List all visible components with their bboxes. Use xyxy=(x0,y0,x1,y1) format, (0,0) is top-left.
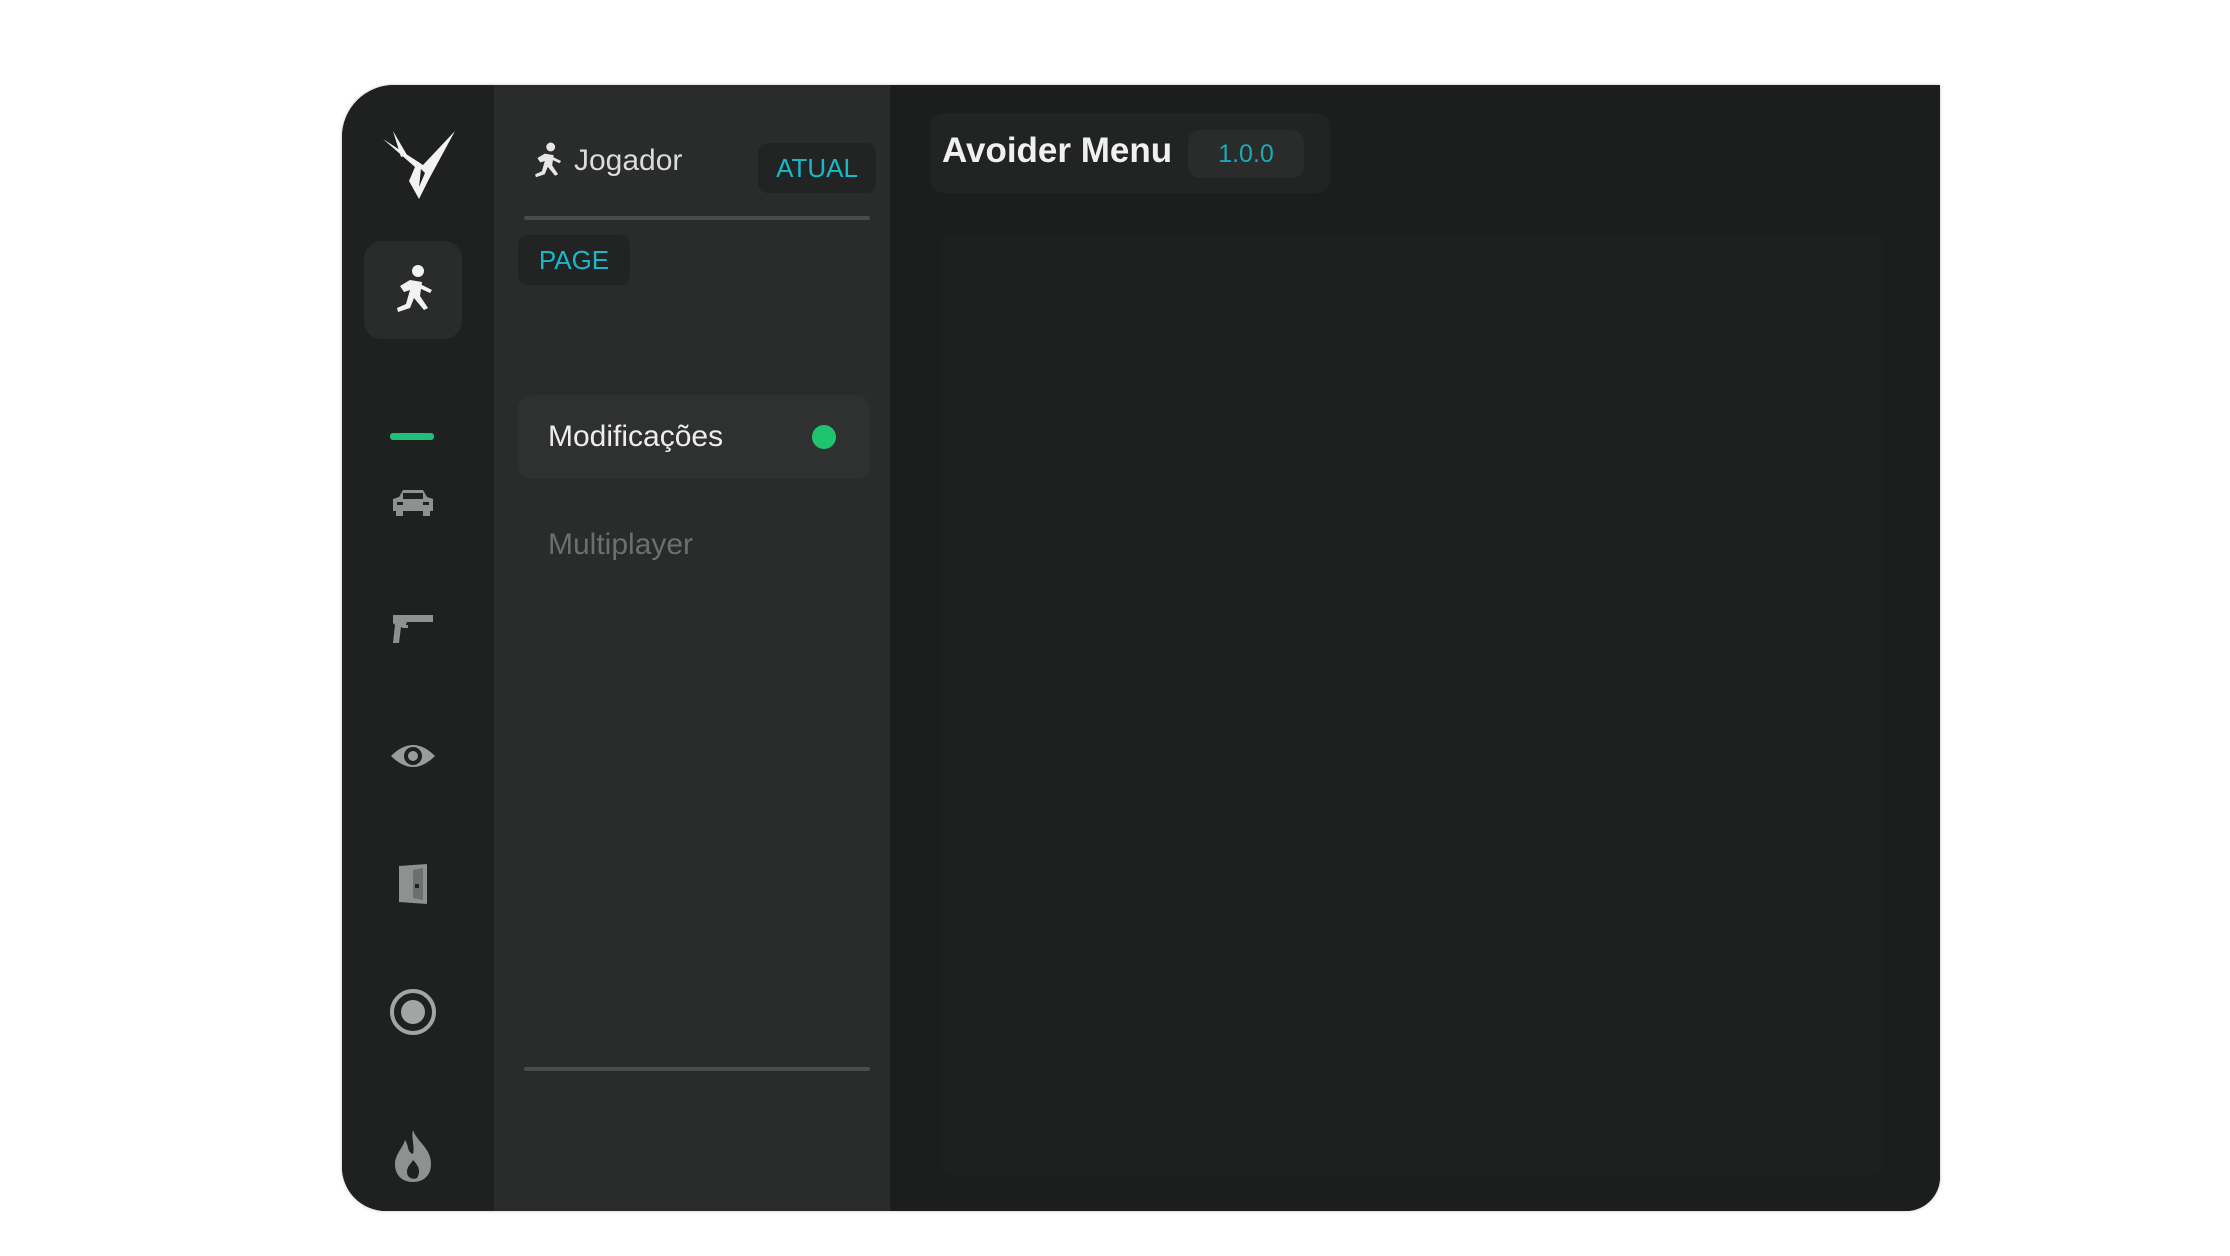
logo-mark-icon xyxy=(383,131,455,199)
car-icon xyxy=(393,490,433,516)
rail-item-fire[interactable] xyxy=(364,1107,462,1205)
submenu-panel: Jogador ATUAL PAGE Modificações Multipla… xyxy=(494,85,890,1211)
rail-item-visuals[interactable] xyxy=(364,707,462,805)
icon-rail xyxy=(342,85,494,1211)
menu-item-label: Multiplayer xyxy=(548,528,694,561)
status-dot xyxy=(812,425,836,449)
pistol-icon xyxy=(393,615,433,643)
eye-icon xyxy=(391,745,435,767)
app-title: Avoider Menu xyxy=(942,131,1173,170)
panel-divider-top xyxy=(524,216,870,220)
rail-item-exit[interactable] xyxy=(364,835,462,933)
flame-icon xyxy=(395,1130,431,1182)
running-person-icon xyxy=(535,142,562,178)
page-badge: PAGE xyxy=(518,235,630,285)
main-content: Avoider Menu 1.0.0 xyxy=(890,85,1940,1211)
rail-item-player[interactable] xyxy=(364,241,462,339)
menu-window: Jogador ATUAL PAGE Modificações Multipla… xyxy=(342,85,1940,1211)
target-icon xyxy=(390,989,436,1035)
running-person-icon xyxy=(397,265,432,312)
panel-header: Jogador xyxy=(530,141,682,181)
rail-item-aim[interactable] xyxy=(364,963,462,1061)
content-area xyxy=(942,235,1882,1175)
version-badge: 1.0.0 xyxy=(1188,130,1304,178)
panel-divider-bottom xyxy=(524,1067,870,1071)
current-badge: ATUAL xyxy=(758,143,876,193)
door-exit-icon xyxy=(399,864,427,904)
menu-item-label: Modificações xyxy=(548,420,724,453)
menu-item-multiplayer[interactable]: Multiplayer xyxy=(518,503,870,587)
rail-item-weapons[interactable] xyxy=(364,579,462,677)
rail-item-vehicle[interactable] xyxy=(364,453,462,551)
menu-item-modificacoes[interactable]: Modificações xyxy=(518,395,870,479)
panel-title: Jogador xyxy=(574,144,683,177)
active-indicator xyxy=(390,433,434,440)
